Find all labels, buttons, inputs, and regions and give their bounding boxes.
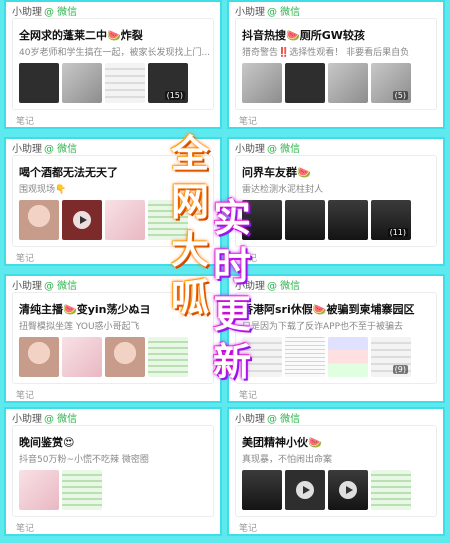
thumbnail-image[interactable]	[62, 63, 102, 103]
post-header: 小助理 @ 微信	[12, 277, 77, 292]
thumbnail-image[interactable]: (9)	[371, 337, 411, 377]
thumbnail-image[interactable]: (15)	[148, 63, 188, 103]
post-body: 晚间鉴赏😍 抖音50万粉~小慌不吃辣 微密圈	[12, 425, 214, 517]
post-subtitle: 扭臀模拟坐莲 YOU惑小哥起飞	[19, 322, 140, 332]
thumbnail-image[interactable]: (11)	[371, 200, 411, 240]
post-card[interactable]: 小助理 @ 微信 美团精神小伙🍉 真现暴，不怕闹出命案 笔记	[227, 407, 445, 536]
post-title: 全网求的蓬莱二中🍉炸裂	[19, 29, 143, 42]
post-body: 抖音热搜🍉厕所GW较孩 猎奇警告‼️选择性观看！ 非要看后果自负 (5)	[235, 18, 437, 110]
banner-char: 时	[213, 244, 252, 288]
thumbnail-image[interactable]	[105, 337, 145, 377]
play-icon	[296, 481, 314, 499]
post-source: @ 微信	[267, 414, 301, 425]
thumbnail-image[interactable]	[328, 337, 368, 377]
image-count-badge: (11)	[387, 228, 408, 237]
image-count-badge: (15)	[164, 91, 185, 100]
post-card[interactable]: 小助理 @ 微信 晚间鉴赏😍 抖音50万粉~小慌不吃辣 微密圈 笔记	[4, 407, 222, 536]
post-thumbnails: (5)	[242, 63, 411, 105]
post-source: @ 微信	[44, 281, 78, 292]
thumbnail-image[interactable]	[328, 200, 368, 240]
post-thumbnails: (15)	[19, 63, 188, 105]
post-author: 小助理	[12, 144, 42, 155]
post-author: 小助理	[235, 414, 265, 425]
thumbnail-image[interactable]	[105, 200, 145, 240]
banner-char: 网	[171, 180, 210, 224]
promo-banner: 全 网 大 呱 实 时 更 新	[165, 135, 290, 385]
post-header: 小助理 @ 微信	[12, 140, 77, 155]
banner-char: 呱	[171, 276, 210, 320]
thumbnail-image[interactable]	[19, 200, 59, 240]
banner-char: 新	[213, 340, 252, 384]
post-title: 抖音热搜🍉厕所GW较孩	[242, 29, 365, 42]
post-source: @ 微信	[44, 144, 78, 155]
banner-char: 实	[213, 196, 252, 240]
play-icon	[339, 481, 357, 499]
thumbnail-video[interactable]	[285, 470, 325, 510]
thumbnail-image[interactable]: (5)	[371, 63, 411, 103]
post-tag: 笔记	[239, 117, 258, 127]
post-title: 美团精神小伙🍉	[242, 436, 322, 449]
thumbnail-image[interactable]	[242, 470, 282, 510]
post-title: 清纯主播🍉变yin荡少ぬヨ	[19, 303, 151, 316]
post-author: 小助理	[235, 7, 265, 18]
post-header: 小助理 @ 微信	[12, 410, 77, 425]
thumbnail-image[interactable]	[105, 63, 145, 103]
post-thumbnails	[19, 337, 188, 379]
post-subtitle: 猎奇警告‼️选择性观看！ 非要看后果自负	[242, 48, 410, 58]
post-thumbnails	[19, 470, 102, 512]
thumbnail-image[interactable]	[62, 470, 102, 510]
banner-char: 大	[171, 228, 210, 272]
post-source: @ 微信	[44, 414, 78, 425]
play-icon	[73, 211, 91, 229]
thumbnail-image[interactable]	[62, 337, 102, 377]
thumbnail-image[interactable]	[19, 63, 59, 103]
post-author: 小助理	[12, 7, 42, 18]
post-subtitle: 围观现场👇	[19, 185, 67, 195]
thumbnail-image[interactable]	[242, 63, 282, 103]
post-source: @ 微信	[44, 7, 78, 18]
post-header: 小助理 @ 微信	[12, 3, 77, 18]
post-subtitle: 40岁老师和学生搞在一起，被家长发现找上门...	[19, 48, 211, 58]
image-count-badge: (9)	[392, 365, 408, 374]
thumbnail-image[interactable]	[285, 200, 325, 240]
image-count-badge: (5)	[392, 91, 408, 100]
post-header: 小助理 @ 微信	[235, 3, 300, 18]
post-author: 小助理	[12, 281, 42, 292]
post-author: 小助理	[12, 414, 42, 425]
thumbnail-image[interactable]	[19, 337, 59, 377]
post-subtitle: 真现暴，不怕闹出命案	[242, 455, 333, 465]
post-card[interactable]: 小助理 @ 微信 全网求的蓬莱二中🍉炸裂 40岁老师和学生搞在一起，被家长发现找上…	[4, 0, 222, 129]
thumbnail-image[interactable]	[19, 470, 59, 510]
post-header: 小助理 @ 微信	[235, 410, 300, 425]
thumbnail-image[interactable]	[371, 470, 411, 510]
thumbnail-video[interactable]	[62, 200, 102, 240]
post-tag: 笔记	[16, 391, 35, 401]
post-card[interactable]: 小助理 @ 微信 抖音热搜🍉厕所GW较孩 猎奇警告‼️选择性观看！ 非要看后果自负…	[227, 0, 445, 129]
post-tag: 笔记	[16, 254, 35, 264]
post-source: @ 微信	[267, 7, 301, 18]
banner-char: 全	[171, 132, 210, 176]
thumbnail-image[interactable]	[285, 337, 325, 377]
thumbnail-video[interactable]	[328, 470, 368, 510]
post-body: 全网求的蓬莱二中🍉炸裂 40岁老师和学生搞在一起，被家长发现找上门... (15…	[12, 18, 214, 110]
post-title: 晚间鉴赏😍	[19, 436, 75, 449]
post-tag: 笔记	[239, 524, 258, 534]
post-subtitle: 抖音50万粉~小慌不吃辣 微密圈	[19, 455, 149, 465]
banner-char: 更	[213, 292, 252, 336]
post-title: 喝个酒都无法无天了	[19, 166, 118, 179]
post-tag: 笔记	[16, 524, 35, 534]
post-thumbnails	[242, 470, 411, 512]
post-thumbnails	[19, 200, 188, 242]
post-tag: 笔记	[16, 117, 35, 127]
post-tag: 笔记	[239, 391, 258, 401]
post-body: 美团精神小伙🍉 真现暴，不怕闹出命案	[235, 425, 437, 517]
thumbnail-image[interactable]	[328, 63, 368, 103]
thumbnail-image[interactable]	[285, 63, 325, 103]
